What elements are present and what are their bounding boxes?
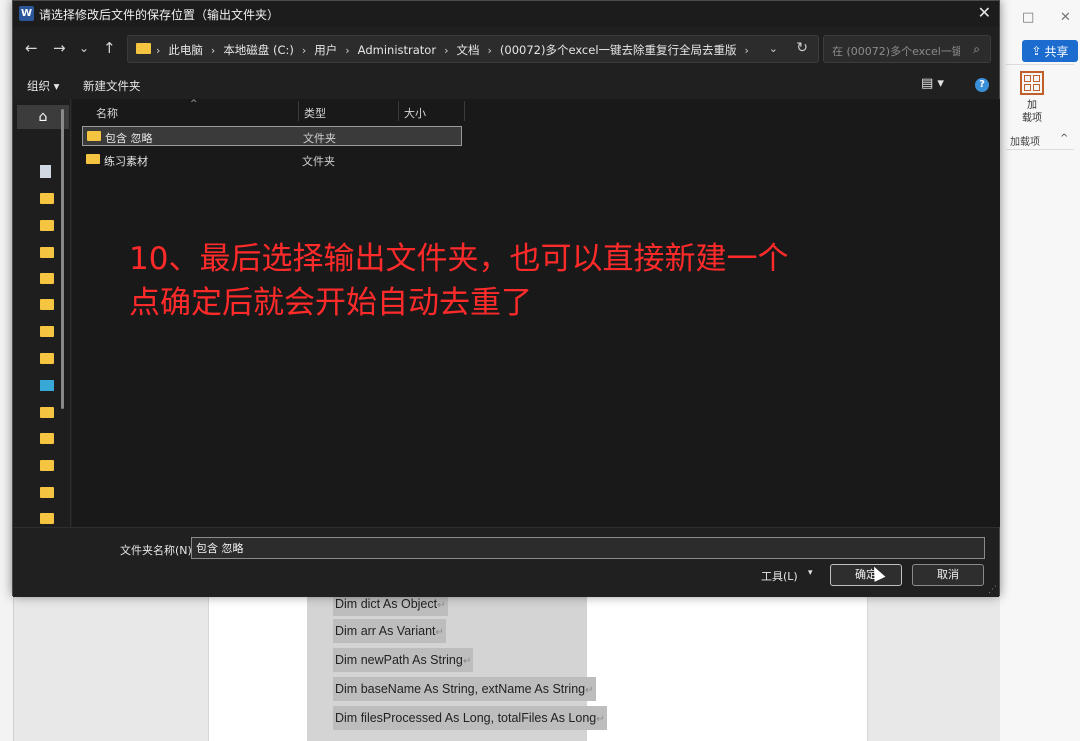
dialog-title: 请选择修改后文件的保存位置（输出文件夹） <box>39 8 280 22</box>
folder-name-label: 文件夹名称(N): <box>120 544 196 557</box>
list-item[interactable]: 包含 忽略 文件夹 <box>82 126 462 146</box>
folder-icon[interactable] <box>40 326 54 337</box>
crumb-documents[interactable]: 文档 <box>456 42 479 58</box>
sort-ascending-icon: ^ <box>190 99 198 109</box>
breadcrumb: › 此电脑 › 本地磁盘 (C:) › 用户 › Administrator ›… <box>156 42 749 58</box>
maximize-icon[interactable]: □ <box>1022 10 1034 25</box>
share-button[interactable]: ⇪ 共享 <box>1022 40 1078 62</box>
new-folder-button[interactable]: 新建文件夹 <box>83 78 141 94</box>
nav-scrollbar[interactable] <box>61 109 64 409</box>
crumb-administrator[interactable]: Administrator <box>358 43 436 57</box>
folder-icon[interactable] <box>40 247 54 258</box>
file-name: 包含 忽略 <box>105 132 153 145</box>
dialog-titlebar[interactable]: W 请选择修改后文件的保存位置（输出文件夹） ✕ <box>13 1 999 27</box>
tools-button[interactable]: 工具(L) <box>761 568 798 584</box>
code-line[interactable]: Dim arr As Variant↵ <box>333 619 446 643</box>
folder-icon[interactable] <box>40 193 54 204</box>
folder-icon[interactable] <box>40 407 54 418</box>
recent-locations-icon[interactable]: ⌄ <box>79 41 89 55</box>
forward-arrow-icon[interactable]: → <box>53 39 66 57</box>
column-divider[interactable] <box>298 101 299 121</box>
folder-icon[interactable] <box>40 353 54 364</box>
resize-grip-icon[interactable]: ⋰ <box>988 585 997 595</box>
folder-icon[interactable] <box>40 273 54 284</box>
picture-icon[interactable] <box>40 380 54 391</box>
code-line[interactable]: Dim filesProcessed As Long, totalFiles A… <box>333 706 607 730</box>
addin-group: 加载项 加载项 ^ <box>1006 64 1074 150</box>
search-input[interactable]: 在 (00072)多个excel一键... ⌕ <box>823 35 991 63</box>
addin-label[interactable]: 加载项 <box>1014 99 1050 125</box>
address-row: ← → ⌄ ↑ › 此电脑 › 本地磁盘 (C:) › 用户 › Adminis… <box>13 31 999 67</box>
folder-icon[interactable] <box>40 487 54 498</box>
save-folder-dialog: W 请选择修改后文件的保存位置（输出文件夹） ✕ ← → ⌄ ↑ › 此电脑 ›… <box>12 0 1000 597</box>
document-page[interactable]: Dim dict As Object↵ Dim arr As Variant↵ … <box>208 592 868 741</box>
crumb-local-disk[interactable]: 本地磁盘 (C:) <box>223 42 294 58</box>
command-bar: 组织 ▾ 新建文件夹 ▤ ▾ ? <box>13 73 999 99</box>
cancel-button[interactable]: 取消 <box>912 564 984 586</box>
column-headers: ^ 名称 类型 大小 <box>72 99 1000 123</box>
instruction-line-2: 点确定后就会开始自动去重了 <box>129 285 532 321</box>
folder-icon <box>136 43 151 54</box>
column-divider[interactable] <box>464 101 465 121</box>
organize-button[interactable]: 组织 ▾ <box>27 78 59 94</box>
folder-icon <box>87 131 101 141</box>
column-size[interactable]: 大小 <box>404 105 426 121</box>
dialog-footer: 文件夹名称(N): 工具(L) ▾ 确定 取消 ⋰ <box>13 527 999 597</box>
instruction-overlay: 10、最后选择输出文件夹，也可以直接新建一个 点确定后就会开始自动去重了 <box>129 237 889 325</box>
folder-icon[interactable] <box>40 460 54 471</box>
close-button[interactable]: ✕ <box>978 3 991 22</box>
document-icon[interactable] <box>40 165 51 178</box>
share-icon: ⇪ <box>1031 44 1042 58</box>
help-icon[interactable]: ? <box>975 78 989 92</box>
ok-button[interactable]: 确定 <box>830 564 902 586</box>
file-name: 练习素材 <box>104 155 148 168</box>
list-item[interactable]: 练习素材 文件夹 <box>82 150 462 170</box>
refresh-icon[interactable]: ↻ <box>796 40 808 56</box>
crumb-this-pc[interactable]: 此电脑 <box>168 42 203 58</box>
address-dropdown-icon[interactable]: ⌄ <box>769 42 778 55</box>
instruction-line-1: 10、最后选择输出文件夹，也可以直接新建一个 <box>129 241 789 277</box>
column-name[interactable]: 名称 <box>96 105 118 121</box>
crumb-users[interactable]: 用户 <box>314 42 337 58</box>
word-app-icon: W <box>19 6 34 21</box>
column-type[interactable]: 类型 <box>304 105 326 121</box>
folder-icon[interactable] <box>40 513 54 524</box>
addin-group-label: 加载项 <box>1010 137 1040 148</box>
file-type: 文件夹 <box>303 132 336 145</box>
folder-icon[interactable] <box>40 220 54 231</box>
chevron-down-icon[interactable]: ▾ <box>808 568 813 578</box>
up-arrow-icon[interactable]: ↑ <box>103 39 116 57</box>
back-arrow-icon[interactable]: ← <box>25 39 38 57</box>
crumb-current-folder[interactable]: (00072)多个excel一键去除重复行全局去重版 <box>500 42 737 58</box>
column-divider[interactable] <box>398 101 399 121</box>
search-icon: ⌕ <box>973 42 980 56</box>
folder-icon[interactable] <box>40 433 54 444</box>
navigation-pane: ⌂ <box>13 99 71 527</box>
code-line[interactable]: Dim newPath As String↵ <box>333 648 474 672</box>
addin-icon[interactable] <box>1020 71 1044 95</box>
folder-icon[interactable] <box>40 299 54 310</box>
share-label: 共享 <box>1044 44 1069 59</box>
folder-icon <box>86 154 100 164</box>
word-close-icon[interactable]: ✕ <box>1060 10 1071 25</box>
search-placeholder: 在 (00072)多个excel一键... <box>832 45 960 58</box>
ribbon-collapse-icon[interactable]: ^ <box>1060 133 1068 144</box>
code-line[interactable]: Dim baseName As String, extName As Strin… <box>333 677 596 701</box>
file-type: 文件夹 <box>302 155 335 168</box>
folder-name-input[interactable] <box>191 537 985 559</box>
address-bar[interactable]: › 此电脑 › 本地磁盘 (C:) › 用户 › Administrator ›… <box>127 35 819 63</box>
view-options-icon[interactable]: ▤ ▾ <box>921 76 944 91</box>
